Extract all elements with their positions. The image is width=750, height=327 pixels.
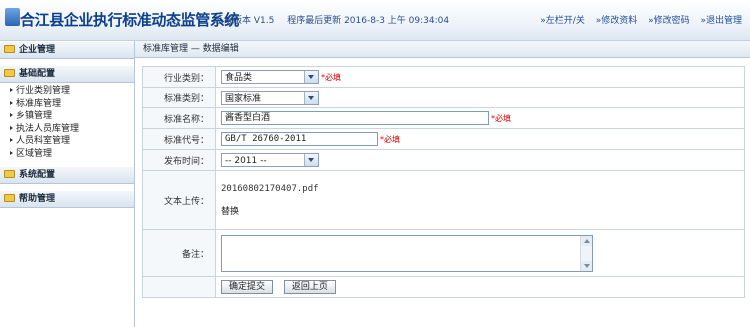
sidebar-group-enterprise[interactable]: 企业管理 xyxy=(0,41,134,59)
sidebar-item-label: 区域管理 xyxy=(16,148,53,159)
uploaded-file-name: 20160802170407.pdf xyxy=(221,183,319,194)
arrow-right-icon xyxy=(10,88,13,92)
arrow-right-icon xyxy=(10,125,13,130)
sidebar-item-label: 乡镇管理 xyxy=(16,111,53,121)
header-links: »左栏开/关 »修改资料 »修改密码 »退出管理 xyxy=(532,13,742,26)
chevron-down-icon xyxy=(304,91,318,104)
sidebar-item-towns[interactable]: 乡镇管理 xyxy=(10,110,134,123)
back-button[interactable]: 返回上页 xyxy=(283,280,336,294)
folder-open-icon xyxy=(4,69,15,77)
upload-cell: 20160802170407.pdf 替换 xyxy=(215,170,745,230)
arrow-right-icon xyxy=(10,150,13,155)
sidebar-group-label: 帮助管理 xyxy=(19,194,56,204)
standard-type-select[interactable]: 国家标准 xyxy=(221,90,319,105)
standard-name-label: 标准名称： xyxy=(142,107,216,129)
sidebar-item-enforcers[interactable]: 执法人员库管理 xyxy=(10,123,134,136)
chevron-down-icon xyxy=(304,71,318,83)
folder-open-icon xyxy=(4,194,15,202)
textarea-scrollbar[interactable] xyxy=(580,235,592,271)
publish-time-cell: -- 2011 -- xyxy=(215,149,745,171)
last-update-text: 程序最后更新 2016-8-3 上午 09:34:04 xyxy=(287,16,450,26)
version-text: 系统版本 V1.5 xyxy=(215,16,275,26)
logout-link[interactable]: »退出管理 xyxy=(700,16,742,26)
upload-label: 文本上传： xyxy=(142,170,216,230)
standard-type-selected: 国家标准 xyxy=(225,93,262,104)
chevron-down-icon xyxy=(304,154,318,166)
standard-name-cell: 酱香型白酒 *必填 xyxy=(215,107,745,129)
standard-name-input[interactable]: 酱香型白酒 xyxy=(221,111,489,125)
remark-label: 备注： xyxy=(142,229,216,277)
sidebar-group-help[interactable]: 帮助管理 xyxy=(0,190,134,208)
standard-code-cell: GB/T 26760-2011 *必填 xyxy=(215,128,745,150)
standard-type-label: 标准类别： xyxy=(142,87,216,108)
folder-icon xyxy=(4,170,15,178)
breadcrumb: 标准库管理 — 数据编辑 xyxy=(135,41,750,58)
arrow-right-icon xyxy=(10,100,13,105)
sidebar-item-regions[interactable]: 区域管理 xyxy=(10,148,134,161)
industry-selected: 食品类 xyxy=(225,73,253,83)
arrow-right-icon xyxy=(10,138,13,142)
edit-profile-link[interactable]: »修改资料 xyxy=(596,16,638,26)
publish-time-label: 发布时间： xyxy=(142,149,216,171)
publish-time-select[interactable]: -- 2011 -- xyxy=(221,153,319,167)
header-info: 系统版本 V1.5 程序最后更新 2016-8-3 上午 09:34:04 xyxy=(215,13,459,26)
remark-cell xyxy=(215,229,745,277)
header-bar: 合江县企业执行标准动态监管系统 系统版本 V1.5 程序最后更新 2016-8-… xyxy=(0,0,750,41)
scroll-up-icon[interactable] xyxy=(581,235,592,246)
standard-code-label: 标准代号： xyxy=(142,128,216,150)
required-mark: *必填 xyxy=(380,134,400,144)
sidebar-item-industry[interactable]: 行业类别管理 xyxy=(10,85,134,98)
app-title: 合江县企业执行标准动态监管系统 xyxy=(20,11,240,29)
standard-type-cell: 国家标准 xyxy=(215,87,745,108)
publish-time-selected: -- 2011 -- xyxy=(225,156,267,166)
sidebar-item-label: 人员科室管理 xyxy=(16,136,71,146)
sidebar-item-standards[interactable]: 标准库管理 xyxy=(10,98,134,111)
remark-textarea[interactable] xyxy=(221,234,593,272)
change-password-link[interactable]: »修改密码 xyxy=(648,16,690,26)
sidebar-group-basic-config[interactable]: 基础配置 xyxy=(0,65,134,83)
submit-button[interactable]: 确定提交 xyxy=(221,280,274,294)
sidebar-submenu: 行业类别管理 标准库管理 乡镇管理 执法人员库管理 人员科室管理 区域管理 xyxy=(0,83,134,166)
actions-cell: 确定提交 返回上页 xyxy=(215,276,745,298)
folder-icon xyxy=(4,45,15,53)
sidebar: 企业管理 基础配置 行业类别管理 标准库管理 乡镇管理 执法人员库管理 人员科室… xyxy=(0,41,135,327)
sidebar-group-label: 系统配置 xyxy=(19,170,56,180)
edit-form: 行业类别： 食品类 *必填 标准类别： 国家标准 标准名称： 酱香型白酒 *必填 … xyxy=(142,66,745,298)
scroll-down-icon[interactable] xyxy=(581,260,592,271)
industry-select[interactable]: 食品类 xyxy=(221,70,319,84)
sidebar-group-label: 基础配置 xyxy=(19,69,56,79)
arrow-right-icon xyxy=(10,113,13,117)
sidebar-item-label: 行业类别管理 xyxy=(16,86,71,96)
sidebar-item-departments[interactable]: 人员科室管理 xyxy=(10,135,134,148)
required-mark: *必填 xyxy=(491,113,511,123)
required-mark: *必填 xyxy=(321,72,341,82)
sidebar-group-system-config[interactable]: 系统配置 xyxy=(0,166,134,184)
replace-file-link[interactable]: 替换 xyxy=(221,204,743,217)
sidebar-item-label: 执法人员库管理 xyxy=(16,123,80,134)
industry-label: 行业类别： xyxy=(142,66,216,88)
standard-code-input[interactable]: GB/T 26760-2011 xyxy=(221,132,378,146)
sidebar-group-label: 企业管理 xyxy=(19,45,56,55)
logo-icon xyxy=(5,8,20,26)
industry-cell: 食品类 *必填 xyxy=(215,66,745,88)
actions-label-cell xyxy=(142,276,216,298)
toggle-sidebar-link[interactable]: »左栏开/关 xyxy=(540,16,585,26)
sidebar-item-label: 标准库管理 xyxy=(16,98,62,109)
